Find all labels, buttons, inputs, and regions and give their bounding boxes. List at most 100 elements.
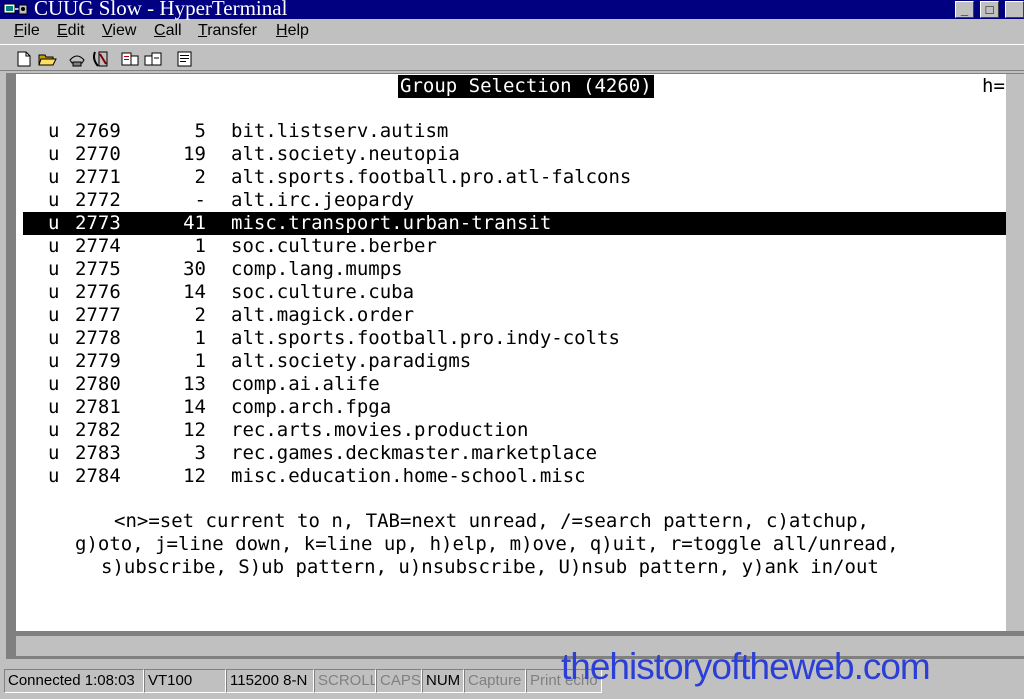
toolbar xyxy=(0,44,1024,71)
row-number: 2776 xyxy=(75,281,121,303)
row-flag: u xyxy=(48,442,60,464)
row-flag: u xyxy=(48,304,60,326)
minimize-icon: _ xyxy=(960,2,969,17)
menu-call[interactable]: Call xyxy=(154,22,182,40)
row-flag: u xyxy=(48,120,60,142)
row-count: 2 xyxy=(194,166,206,188)
row-group-name: alt.sports.football.pro.indy-colts xyxy=(231,327,620,349)
row-flag: u xyxy=(48,350,60,372)
minimize-button[interactable]: _ xyxy=(955,1,974,18)
row-count: 1 xyxy=(194,350,206,372)
row-flag: u xyxy=(48,465,60,487)
watermark-text: thehistoryoftheweb.com xyxy=(561,646,931,687)
status-num: NUM xyxy=(422,669,464,693)
row-number: 2783 xyxy=(75,442,121,464)
group-row[interactable]: u277530comp.lang.mumpsT xyxy=(16,258,1024,281)
group-row[interactable]: u277019alt.society.neutopiaA xyxy=(16,143,1024,166)
group-row[interactable]: u278212rec.arts.movies.productionI xyxy=(16,419,1024,442)
row-count: 12 xyxy=(183,465,206,487)
status-capture: Capture xyxy=(464,669,526,693)
maximize-button[interactable]: □ xyxy=(980,1,999,18)
row-flag: u xyxy=(48,419,60,441)
row-count: 41 xyxy=(183,212,206,234)
menu-call-accel: C xyxy=(154,22,166,39)
row-number: 2779 xyxy=(75,350,121,372)
row-group-name: comp.ai.alife xyxy=(231,373,380,395)
status-connected: Connected 1:08:03 xyxy=(4,669,144,693)
menu-help[interactable]: Help xyxy=(276,22,309,40)
status-scroll: SCROLL xyxy=(314,669,376,693)
menu-transfer-label: ransfer xyxy=(207,22,257,39)
row-flag: u xyxy=(48,143,60,165)
menu-edit[interactable]: Edit xyxy=(57,22,85,40)
connect-icon[interactable] xyxy=(67,50,87,68)
group-row[interactable]: u278412misc.education.home-school.miscI xyxy=(16,465,1024,488)
help-line: <n>=set current to n, TAB=next unread, /… xyxy=(114,510,869,532)
group-row-selected[interactable]: u277341misc.transport.urban-transitI xyxy=(23,212,1024,235)
row-number: 2770 xyxy=(75,143,121,165)
row-flag: u xyxy=(48,212,60,234)
menu-edit-label: dit xyxy=(67,22,85,39)
disconnect-icon[interactable] xyxy=(90,50,110,68)
row-number: 2771 xyxy=(75,166,121,188)
menu-view[interactable]: View xyxy=(102,22,136,40)
row-number: 2777 xyxy=(75,304,121,326)
hyperterminal-app-icon[interactable] xyxy=(3,1,29,17)
menu-file[interactable]: File xyxy=(14,22,40,40)
group-row[interactable]: u27741soc.culture.berberT xyxy=(16,235,1024,258)
group-selection-header: Group Selection (4260) xyxy=(398,75,654,98)
row-group-name: alt.sports.football.pro.atl-falcons xyxy=(231,166,632,188)
receive-icon[interactable] xyxy=(143,50,163,68)
window-title: CUUG Slow - HyperTerminal xyxy=(34,0,288,20)
row-flag: u xyxy=(48,189,60,211)
menu-view-label: iew xyxy=(112,22,137,39)
group-row[interactable]: u278013comp.ai.alifeI xyxy=(16,373,1024,396)
group-row[interactable]: u27833rec.games.deckmaster.marketplaceI xyxy=(16,442,1024,465)
row-group-name: soc.culture.cuba xyxy=(231,281,415,303)
menu-help-label: elp xyxy=(287,22,309,39)
menu-transfer-accel: T xyxy=(198,22,208,39)
vertical-scrollbar[interactable] xyxy=(1006,74,1024,631)
send-icon[interactable] xyxy=(120,50,140,68)
row-flag: u xyxy=(48,281,60,303)
row-number: 2781 xyxy=(75,396,121,418)
row-group-name: alt.society.paradigms xyxy=(231,350,472,372)
open-icon[interactable] xyxy=(37,50,57,68)
menu-file-accel: F xyxy=(14,22,24,39)
row-group-name: bit.listserv.autism xyxy=(231,120,449,142)
menu-bar: File Edit View Call Transfer Help xyxy=(0,20,1024,42)
group-row[interactable]: u278114comp.arch.fpgaI xyxy=(16,396,1024,419)
properties-icon[interactable] xyxy=(175,50,195,68)
group-row[interactable]: u27695bit.listserv.autismA xyxy=(16,120,1024,143)
row-count: 1 xyxy=(194,235,206,257)
row-group-name: misc.transport.urban-transit xyxy=(231,212,552,234)
group-row[interactable]: u27772alt.magick.orderI xyxy=(16,304,1024,327)
row-count: 3 xyxy=(194,442,206,464)
new-icon[interactable] xyxy=(14,50,34,68)
row-group-name: rec.arts.movies.production xyxy=(231,419,529,441)
row-flag: u xyxy=(48,396,60,418)
terminal-screen[interactable]: Group Selection (4260) h=1 u 2769 5 bit.lis… xyxy=(16,74,1024,631)
group-row[interactable]: u2772-alt.irc.jeopardyI xyxy=(16,189,1024,212)
row-number: 2772 xyxy=(75,189,121,211)
row-number: 2784 xyxy=(75,465,121,487)
group-row[interactable]: u277614soc.culture.cubaC xyxy=(16,281,1024,304)
row-count: 13 xyxy=(183,373,206,395)
help-line: s)ubscribe, S)ub pattern, u)nsubscribe, … xyxy=(101,556,879,578)
help-line: g)oto, j=line down, k=line up, h)elp, m)… xyxy=(75,533,899,555)
row-count: 14 xyxy=(183,281,206,303)
menu-transfer[interactable]: Transfer xyxy=(198,22,257,40)
row-number: 2769 xyxy=(75,120,121,142)
group-row[interactable]: u 2778 1 alt.sports.football.pro.indy-colts… xyxy=(16,327,1024,350)
row-count: 12 xyxy=(183,419,206,441)
group-row[interactable]: u 2779 1 alt.society.paradigms xyxy=(16,350,1024,373)
group-row[interactable]: u 2771 2 alt.sports.football.pro.atl-falcon… xyxy=(16,166,1024,189)
row-count: 1 xyxy=(194,327,206,349)
row-number: 2773 xyxy=(75,212,121,234)
status-emulation: VT100 xyxy=(144,669,226,693)
menu-view-accel: V xyxy=(102,22,113,39)
close-button[interactable] xyxy=(1005,1,1024,18)
row-count: 14 xyxy=(183,396,206,418)
title-bar: CUUG Slow - HyperTerminal _ □ xyxy=(0,0,1024,20)
maximize-icon: □ xyxy=(985,2,994,17)
